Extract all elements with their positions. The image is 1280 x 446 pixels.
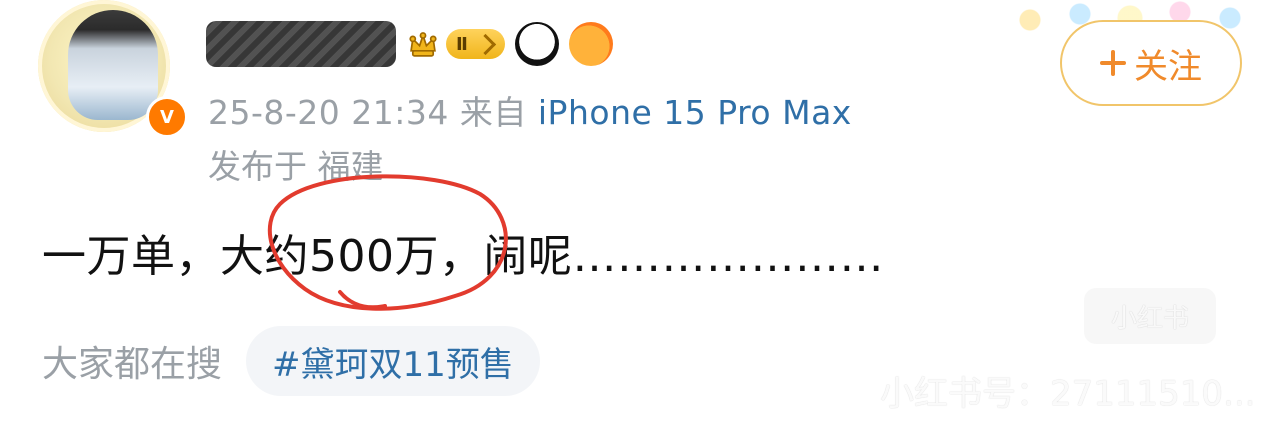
verified-badge-icon: V (146, 96, 188, 138)
search-label: 大家都在搜 (42, 344, 223, 385)
rank-pill: Ⅱ (446, 29, 505, 59)
watermark-text: 小红书号：27111510... (880, 374, 1256, 414)
post-meta-time: 25-8-20 21:34 来自 iPhone 15 Pro Max (208, 86, 852, 134)
post-text: 一万单，大约500万，闹呢………………… (42, 231, 884, 282)
plus-icon (1100, 50, 1126, 76)
post-device[interactable]: iPhone 15 Pro Max (538, 93, 852, 132)
avatar[interactable]: V (28, 0, 188, 140)
avatar-photo (68, 10, 158, 120)
level-badge[interactable]: Ⅱ (406, 24, 505, 64)
search-row: 大家都在搜 #黛珂双11预售 (42, 326, 540, 396)
post-location: 发布于 福建 (208, 140, 384, 188)
trend-pill[interactable]: #黛珂双11预售 (246, 326, 540, 396)
post-time: 25-8-20 21:34 (208, 93, 449, 132)
fish-icon (568, 22, 613, 66)
location-value: 福建 (317, 147, 384, 186)
post-from-label: 来自 (459, 93, 527, 132)
watermark-logo: 小红书 (1084, 288, 1216, 344)
follow-label: 关注 (1134, 46, 1202, 87)
chevron-right-icon (474, 33, 496, 55)
username-redacted[interactable] (206, 21, 396, 67)
location-prefix: 发布于 (208, 147, 307, 186)
rank-symbol: Ⅱ (456, 33, 468, 55)
panda-icon (514, 22, 559, 66)
follow-button[interactable]: 关注 (1060, 20, 1242, 106)
username-row: Ⅱ (206, 16, 613, 72)
crown-icon (409, 32, 437, 57)
